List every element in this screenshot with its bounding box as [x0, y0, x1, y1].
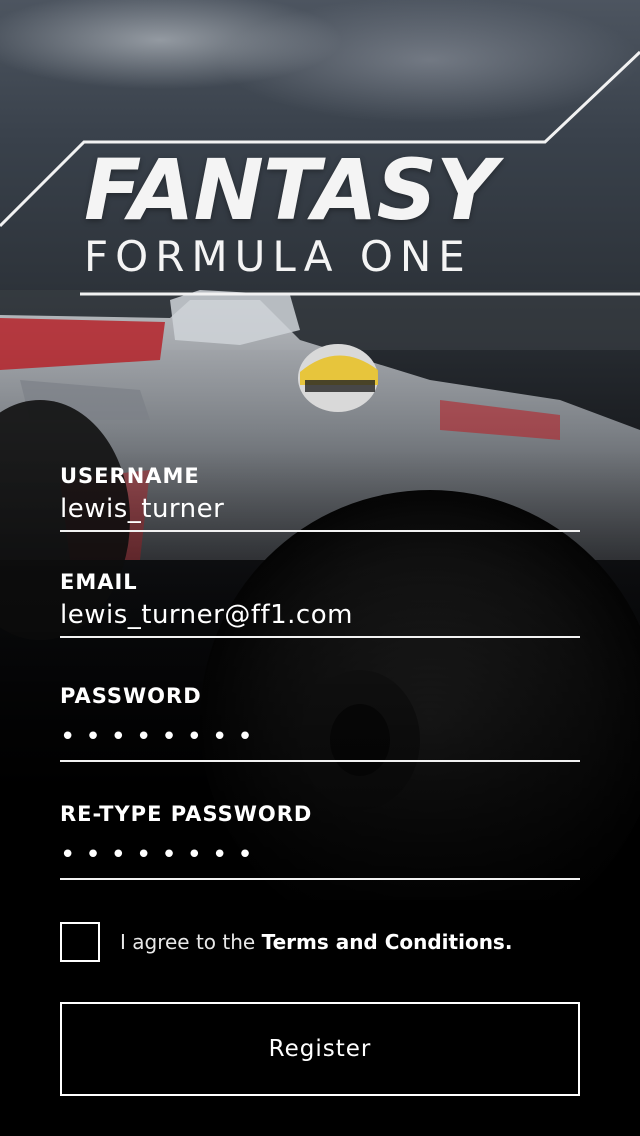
username-label: USERNAME — [60, 464, 200, 488]
username-field-group: USERNAME — [60, 464, 580, 532]
app-subtitle: FORMULA ONE — [84, 232, 472, 281]
app-title: FANTASY — [84, 141, 497, 239]
password-field-group: PASSWORD — [60, 684, 580, 762]
terms-checkbox[interactable] — [60, 922, 100, 962]
password-input[interactable] — [60, 714, 580, 762]
retype-password-field-group: RE-TYPE PASSWORD — [60, 802, 580, 880]
terms-agreement-row: I agree to the Terms and Conditions. — [60, 922, 580, 962]
retype-password-input[interactable] — [60, 832, 580, 880]
terms-prefix: I agree to the — [120, 930, 262, 954]
register-button[interactable]: Register — [60, 1002, 580, 1096]
password-label: PASSWORD — [60, 684, 202, 708]
username-input[interactable] — [60, 494, 580, 532]
retype-password-label: RE-TYPE PASSWORD — [60, 802, 313, 826]
terms-text: I agree to the Terms and Conditions. — [120, 930, 512, 954]
email-field-group: EMAIL — [60, 570, 580, 638]
terms-link[interactable]: Terms and Conditions. — [262, 930, 513, 954]
email-input[interactable] — [60, 600, 580, 638]
email-label: EMAIL — [60, 570, 138, 594]
